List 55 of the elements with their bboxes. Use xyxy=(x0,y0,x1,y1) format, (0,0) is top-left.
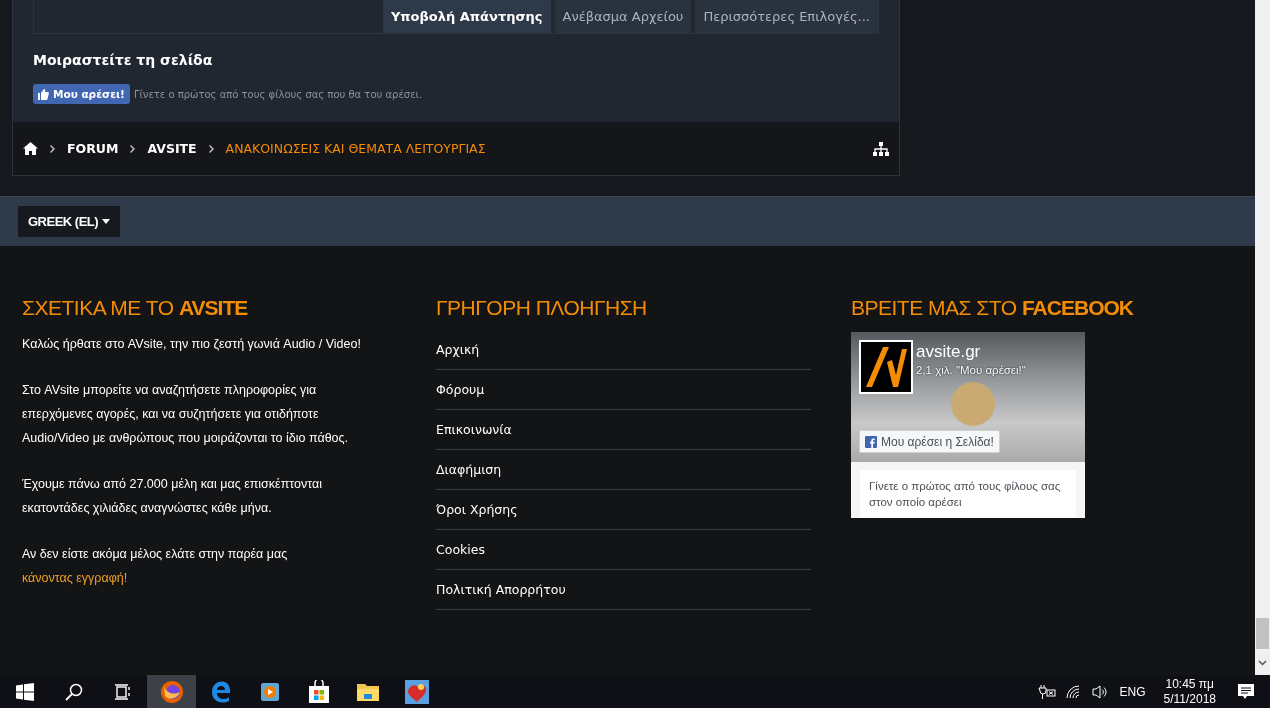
language-dropdown[interactable]: GREEK (EL) xyxy=(18,206,121,237)
speaker-icon[interactable] xyxy=(1092,684,1110,699)
editor-button[interactable]: Υποβολή Απάντησης xyxy=(382,0,551,33)
scrollbar-thumb[interactable] xyxy=(1256,618,1269,649)
scrollbar[interactable] xyxy=(1255,0,1270,675)
home-icon[interactable] xyxy=(23,142,38,155)
nav-link[interactable]: Επικοινωνία xyxy=(436,410,811,450)
task-view-icon[interactable] xyxy=(113,683,132,700)
breadcrumb-link[interactable]: FORUM xyxy=(67,141,119,156)
clock-time[interactable]: 10:45 πμ xyxy=(1165,676,1215,692)
search-icon[interactable] xyxy=(64,682,83,701)
about-paragraph: Καλώς ήρθατε στο AVsite, την πιο ζεστή γωνιά Audio / Video! xyxy=(22,336,362,353)
nav-link[interactable]: Πολιτική Απορρήτου xyxy=(436,570,811,610)
nav-link[interactable]: Cookies xyxy=(436,530,811,570)
page-likes: 2,1 χιλ. "Μου αρέσει!" xyxy=(916,364,1026,376)
like-text: Γίνετε ο πρώτος από τους φίλους σας που θα του αρέσει. xyxy=(133,88,423,100)
chevron-icon xyxy=(130,144,136,153)
nav-link[interactable]: Όροι Χρήσης xyxy=(436,490,811,530)
breadcrumb-link[interactable]: ΑΝΑΚΟΙΝΩΣΕΙΣ ΚΑΙ ΘΕΜΑΤΑ ΛΕΙΤΟΥΡΓΙΑΣ xyxy=(225,141,486,156)
section-heading: ΒΡΕΙΤΕ ΜΑΣ ΣΤΟ FACEBOOK xyxy=(851,296,1135,320)
editor-button[interactable]: Ανέβασμα Αρχείου xyxy=(554,0,692,33)
clock-date[interactable]: 5/11/2018 xyxy=(1163,691,1216,707)
windows-logo-icon[interactable] xyxy=(15,682,34,701)
section-heading: ΓΡΗΓΟΡΗ ΠΛΟΗΓΗΣΗ xyxy=(436,296,648,320)
input-language[interactable]: ENG xyxy=(1119,684,1146,699)
section-heading: ΣΧΕΤΙΚΑ ΜΕ ΤΟ AVSITE xyxy=(22,296,249,320)
chevron-icon xyxy=(50,144,55,153)
shopping-bag-icon[interactable] xyxy=(307,679,330,704)
turntable-platter-drawing xyxy=(951,382,995,426)
logo-icon xyxy=(859,340,913,394)
caret-icon xyxy=(102,219,111,224)
page-name[interactable]: avsite.gr xyxy=(916,342,981,362)
thumbs-up-icon xyxy=(38,88,49,100)
folder-icon[interactable] xyxy=(355,681,380,702)
browser-e-icon[interactable] xyxy=(209,680,232,703)
about-paragraph: Έχουμε πάνω από 27.000 μέλη και μας επισκέπτονται εκατοντάδες χιλιάδες αναγνώστες κάθε μήνα. xyxy=(22,476,323,517)
share-title: Μοιραστείτε τη σελίδα xyxy=(33,52,214,68)
nav-link[interactable]: Αρχική xyxy=(436,330,811,370)
nav-link[interactable]: Διαφήμιση xyxy=(436,450,811,490)
register-link[interactable]: κάνοντας εγγραφή! xyxy=(22,571,128,585)
chevron-icon xyxy=(208,144,214,153)
taskbar-button[interactable] xyxy=(147,675,196,708)
like-button[interactable]: Μου αρέσει! xyxy=(33,84,130,104)
power-plug-icon[interactable] xyxy=(1038,684,1057,699)
media-player-icon[interactable] xyxy=(259,680,280,703)
about-paragraph: Στο AVsite μπορείτε να αναζητήσετε πληροφορίες για επερχόμενες αγορές, και να συζητήσετε για οτιδήποτε Audio/Video με ανθρώπους που μοιράζονται το ίδιο πάθος. xyxy=(22,382,350,447)
nav-link[interactable]: Φόρουμ xyxy=(436,370,811,410)
friends-text: Γίνετε ο πρώτος από τους φίλους σας στον οποίο αρέσει xyxy=(860,470,1076,518)
breadcrumb-link[interactable]: AVSITE xyxy=(147,141,197,156)
notifications-icon[interactable] xyxy=(1238,683,1254,700)
editor-button[interactable]: Περισσότερες Επιλογές... xyxy=(695,0,878,33)
sitemap-icon[interactable] xyxy=(873,141,889,156)
about-paragraph: Αν δεν είστε ακόμα μέλος ελάτε στην παρέα μας κάνοντας εγγραφή! xyxy=(22,546,289,587)
like-page-button[interactable]: Μου αρέσει η Σελίδα! xyxy=(859,430,1000,453)
facebook-icon xyxy=(865,435,877,448)
